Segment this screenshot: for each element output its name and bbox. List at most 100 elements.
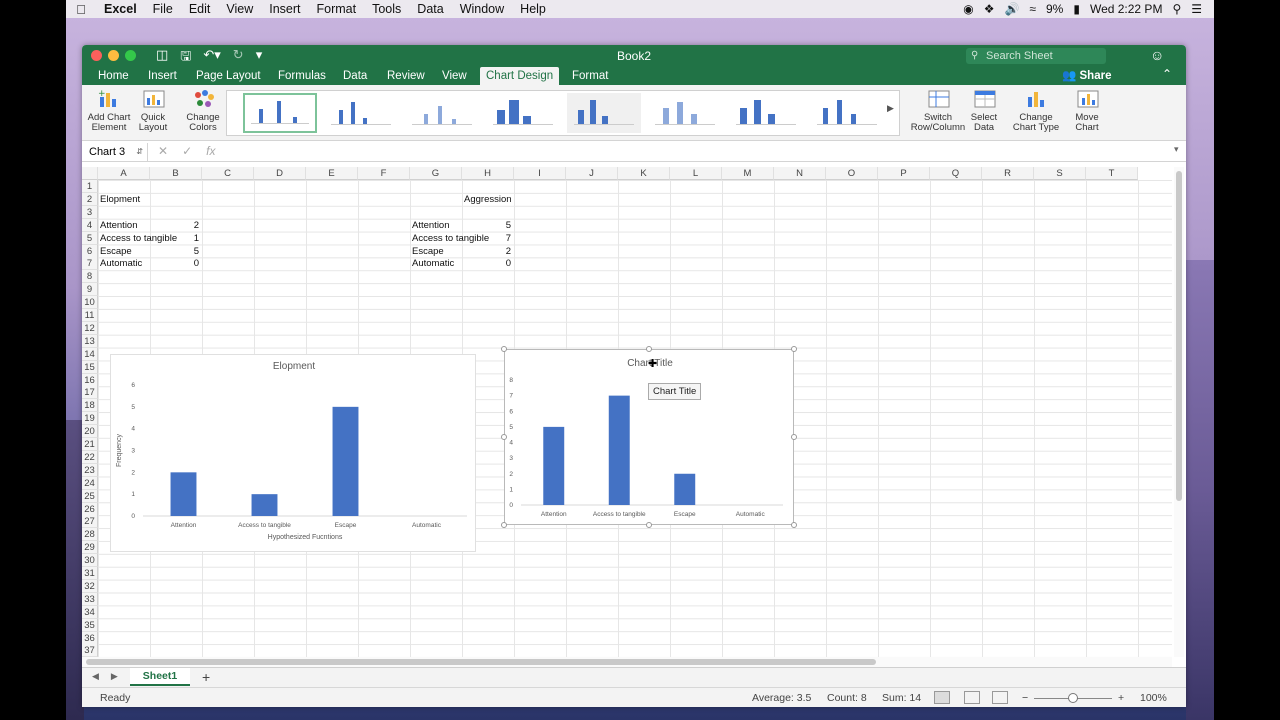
- row-header-6[interactable]: 6: [82, 244, 98, 258]
- menu-format[interactable]: Format: [309, 2, 365, 16]
- tab-chart-design[interactable]: Chart Design: [480, 67, 560, 85]
- chart-aggression[interactable]: Chart Title 0 1 2 3 4 5 6 7 8 Attention Access to t…: [504, 349, 794, 525]
- row-header-4[interactable]: 4: [82, 218, 98, 232]
- row-header-19[interactable]: 19: [82, 412, 98, 426]
- row-header-32[interactable]: 32: [82, 579, 98, 593]
- chart-style-3[interactable]: [405, 93, 479, 133]
- battery-icon[interactable]: ▮: [1073, 2, 1080, 16]
- row-header-17[interactable]: 17: [82, 386, 98, 400]
- column-header-q[interactable]: Q: [930, 167, 982, 180]
- cell-b7[interactable]: 0: [152, 257, 199, 270]
- horizontal-scrollbar[interactable]: [82, 657, 1172, 667]
- volume-icon[interactable]: 🔊: [1004, 2, 1019, 16]
- insert-function-icon[interactable]: fx: [206, 144, 215, 158]
- row-header-12[interactable]: 12: [82, 321, 98, 335]
- wifi-icon[interactable]: ≈: [1029, 2, 1036, 16]
- chart-style-7[interactable]: [729, 93, 803, 133]
- menu-tools[interactable]: Tools: [364, 2, 409, 16]
- page-break-view-button[interactable]: [992, 691, 1008, 704]
- zoom-out-button[interactable]: −: [1022, 692, 1028, 704]
- cell-h2[interactable]: Aggression: [464, 193, 604, 206]
- vertical-scroll-thumb[interactable]: [1176, 171, 1182, 501]
- formula-bar-expand-icon[interactable]: ▾: [1174, 144, 1179, 155]
- chart-style-1[interactable]: [243, 93, 317, 133]
- row-header-31[interactable]: 31: [82, 567, 98, 580]
- spotlight-search-icon[interactable]: ⚲: [1172, 2, 1181, 16]
- zoom-slider-knob[interactable]: [1068, 693, 1078, 703]
- next-sheet-icon[interactable]: ▶: [111, 671, 118, 682]
- quick-layout-button[interactable]: Quick Layout: [132, 89, 174, 133]
- collapse-ribbon-icon[interactable]: ⌃: [1162, 67, 1172, 81]
- page-layout-view-button[interactable]: [964, 691, 980, 704]
- dropbox-icon[interactable]: ❖: [984, 2, 995, 16]
- cell-b6[interactable]: 5: [152, 245, 199, 258]
- menu-edit[interactable]: Edit: [181, 2, 219, 16]
- chart-style-6[interactable]: [648, 93, 722, 133]
- column-header-r[interactable]: R: [982, 167, 1034, 180]
- column-header-h[interactable]: H: [462, 167, 514, 180]
- menu-view[interactable]: View: [218, 2, 261, 16]
- menu-app-excel[interactable]: Excel: [96, 2, 145, 16]
- chart-resize-handle[interactable]: [646, 522, 652, 528]
- vertical-scrollbar[interactable]: [1174, 167, 1184, 657]
- chart-resize-handle[interactable]: [791, 522, 797, 528]
- row-header-24[interactable]: 24: [82, 476, 98, 490]
- chart-resize-handle[interactable]: [501, 346, 507, 352]
- row-header-36[interactable]: 36: [82, 631, 98, 645]
- menu-help[interactable]: Help: [512, 2, 554, 16]
- column-header-e[interactable]: E: [306, 167, 358, 180]
- tab-page-layout[interactable]: Page Layout: [190, 67, 267, 85]
- zoom-in-button[interactable]: +: [1118, 692, 1124, 704]
- gallery-next-arrow-icon[interactable]: ▶: [887, 103, 894, 114]
- select-all-corner[interactable]: [82, 167, 98, 180]
- chart-resize-handle[interactable]: [501, 434, 507, 440]
- row-header-34[interactable]: 34: [82, 605, 98, 619]
- row-header-1[interactable]: 1: [82, 180, 98, 193]
- cell-a2[interactable]: Elopment: [100, 193, 240, 206]
- chart-resize-handle[interactable]: [791, 346, 797, 352]
- column-header-o[interactable]: O: [826, 167, 878, 180]
- row-header-9[interactable]: 9: [82, 283, 98, 297]
- feedback-smiley-icon[interactable]: ☺: [1150, 47, 1164, 63]
- chart-style-4[interactable]: [486, 93, 560, 133]
- row-header-11[interactable]: 11: [82, 309, 98, 322]
- cell-b4[interactable]: 2: [152, 219, 199, 232]
- column-header-b[interactable]: B: [150, 167, 202, 180]
- change-chart-type-button[interactable]: Change Chart Type: [1010, 89, 1062, 133]
- tab-data[interactable]: Data: [337, 67, 373, 85]
- apple-menu-icon[interactable]: : [66, 2, 96, 17]
- row-header-20[interactable]: 20: [82, 425, 98, 439]
- row-header-26[interactable]: 26: [82, 502, 98, 516]
- row-header-15[interactable]: 15: [82, 360, 98, 374]
- cell-h4[interactable]: 5: [464, 219, 511, 232]
- row-header-13[interactable]: 13: [82, 334, 98, 348]
- switch-row-column-button[interactable]: Switch Row/Column: [910, 89, 966, 133]
- row-header-23[interactable]: 23: [82, 463, 98, 477]
- row-header-10[interactable]: 10: [82, 296, 98, 310]
- column-header-t[interactable]: T: [1086, 167, 1138, 180]
- menu-file[interactable]: File: [145, 2, 181, 16]
- column-header-p[interactable]: P: [878, 167, 930, 180]
- column-header-k[interactable]: K: [618, 167, 670, 180]
- cell-h6[interactable]: 2: [464, 245, 511, 258]
- horizontal-scroll-thumb[interactable]: [86, 659, 876, 665]
- chart-resize-handle[interactable]: [501, 522, 507, 528]
- zoom-level[interactable]: 100%: [1140, 692, 1167, 704]
- cell-h5[interactable]: 7: [464, 232, 511, 245]
- column-header-f[interactable]: F: [358, 167, 410, 180]
- chart-resize-handle[interactable]: [791, 434, 797, 440]
- row-header-27[interactable]: 27: [82, 515, 98, 529]
- cell-h7[interactable]: 0: [464, 257, 511, 270]
- tab-view[interactable]: View: [436, 67, 473, 85]
- cancel-entry-icon[interactable]: ✕: [158, 144, 168, 158]
- row-header-33[interactable]: 33: [82, 592, 98, 606]
- column-header-j[interactable]: J: [566, 167, 618, 180]
- column-header-d[interactable]: D: [254, 167, 306, 180]
- chart-style-8[interactable]: [810, 93, 884, 133]
- move-chart-button[interactable]: Move Chart: [1068, 89, 1106, 133]
- previous-sheet-icon[interactable]: ◀: [92, 671, 99, 682]
- row-header-14[interactable]: 14: [82, 347, 98, 361]
- tab-format[interactable]: Format: [566, 67, 614, 85]
- record-icon[interactable]: ◉: [963, 2, 973, 16]
- confirm-entry-icon[interactable]: ✓: [182, 144, 192, 158]
